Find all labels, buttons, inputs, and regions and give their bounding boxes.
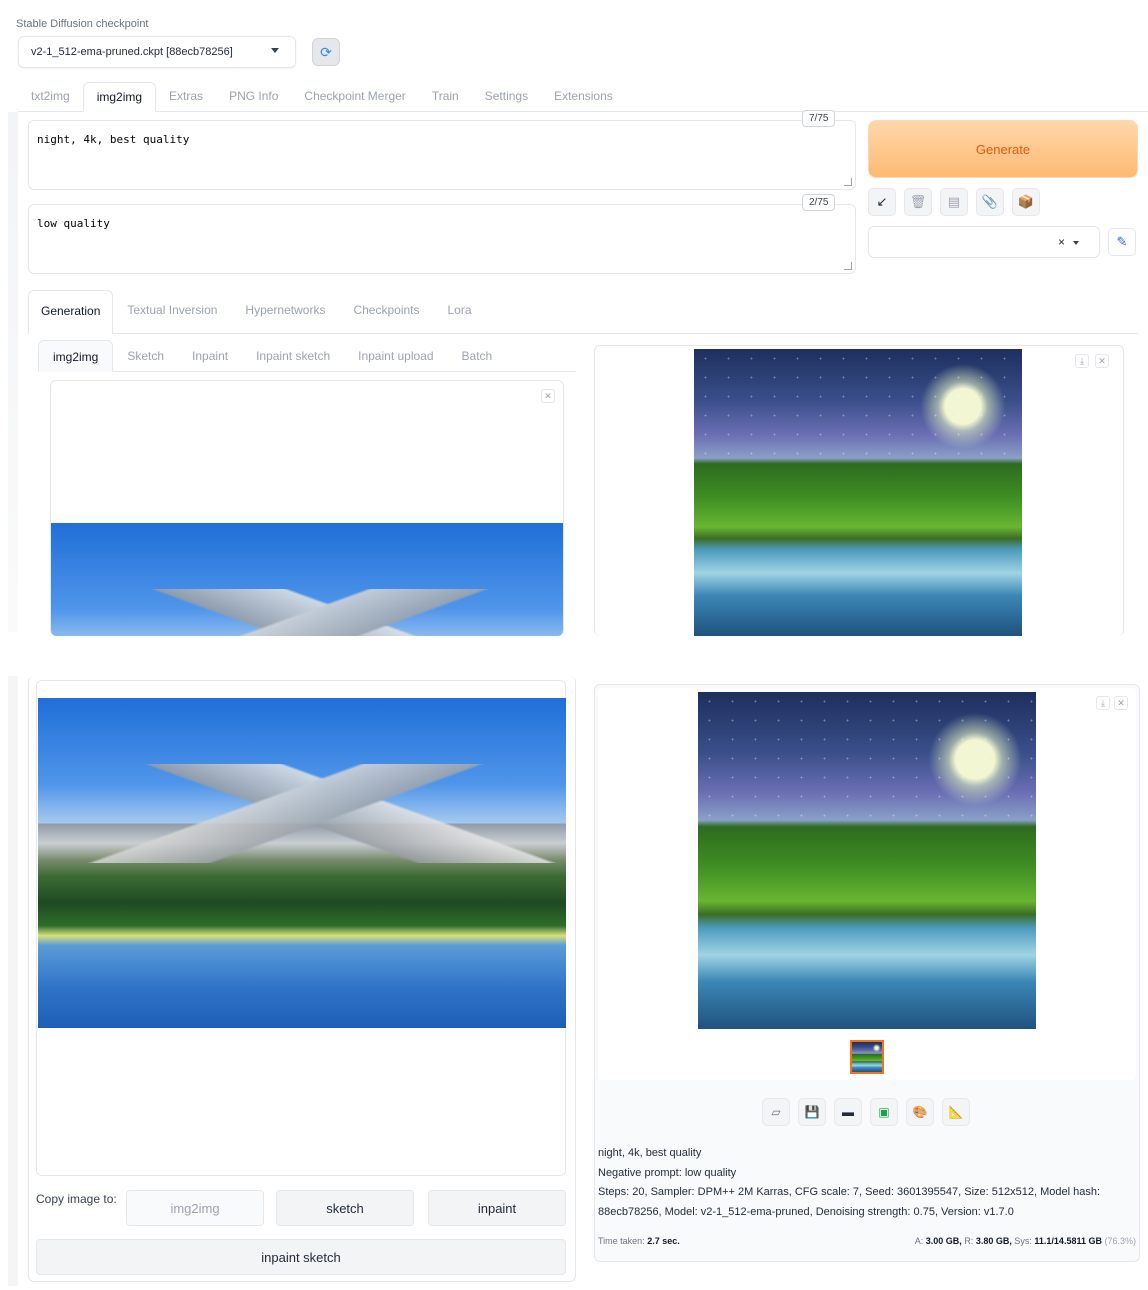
clipboard-icon: ▤ xyxy=(947,194,961,209)
mode-tabs: img2img Sketch Inpaint Inpaint sketch In… xyxy=(38,340,576,372)
read-params-button[interactable]: ↙ xyxy=(868,188,896,216)
tab-inpaint[interactable]: Inpaint xyxy=(178,340,242,371)
input-image xyxy=(51,523,563,636)
tab-img2img[interactable]: img2img xyxy=(82,82,157,112)
generation-info: night, 4k, best quality Negative prompt:… xyxy=(598,1144,1134,1222)
tab-sketch[interactable]: Sketch xyxy=(113,340,178,371)
clear-icon[interactable]: × xyxy=(1058,235,1065,249)
vram-r-label: R: xyxy=(964,1236,974,1246)
copy-to-inpaint-sketch-button[interactable]: inpaint sketch xyxy=(36,1239,566,1275)
vram-sys-label: Sys: xyxy=(1014,1236,1032,1246)
ruler-icon: 📐 xyxy=(948,1105,964,1119)
output-image[interactable] xyxy=(694,349,1022,636)
image-icon: ▣ xyxy=(878,1105,890,1119)
copy-to-sketch-button[interactable]: sketch xyxy=(276,1190,414,1226)
time-taken-value: 2.7 sec. xyxy=(647,1236,680,1246)
refresh-checkpoint-button[interactable]: ⟳ xyxy=(312,38,340,66)
copy-to-inpaint-button[interactable]: inpaint xyxy=(428,1190,566,1226)
pencil-icon: ✎ xyxy=(1116,234,1128,249)
output-image[interactable] xyxy=(698,692,1036,1029)
tab-train[interactable]: Train xyxy=(419,82,472,112)
refresh-icon: ⟳ xyxy=(320,43,332,60)
download-icon[interactable]: ⤓ xyxy=(1075,354,1089,368)
download-icon[interactable]: ⤓ xyxy=(1096,696,1110,710)
arrow-icon: ↙ xyxy=(876,194,888,209)
copy-image-label: Copy image to: xyxy=(36,1192,117,1206)
input-image xyxy=(38,698,566,1028)
info-params-line-1: Steps: 20, Sampler: DPM++ 2M Karras, CFG… xyxy=(598,1186,1100,1198)
checkpoint-value: v2-1_512-ema-pruned.ckpt [88ecb78256] xyxy=(31,46,233,58)
styles-select[interactable]: × xyxy=(868,226,1100,258)
tab-mode-img2img[interactable]: img2img xyxy=(38,340,114,372)
trash-icon: 🗑 xyxy=(909,194,927,209)
vram-a-value: 3.00 GB, xyxy=(925,1236,962,1246)
page-edge xyxy=(8,112,18,632)
tab-inpaint-upload[interactable]: Inpaint upload xyxy=(344,340,447,371)
tab-hypernetworks[interactable]: Hypernetworks xyxy=(231,290,339,333)
negative-prompt-token-counter: 2/75 xyxy=(802,194,836,211)
input-image-panel[interactable]: ✕ xyxy=(50,380,564,636)
gallery-thumbnail[interactable] xyxy=(850,1040,884,1074)
tab-textual-inversion[interactable]: Textual Inversion xyxy=(113,290,231,333)
tab-lora[interactable]: Lora xyxy=(434,290,486,333)
extra-tabs: Generation Textual Inversion Hypernetwor… xyxy=(28,290,1138,334)
prompt-input[interactable]: night, 4k, best quality xyxy=(28,120,856,190)
page-edge xyxy=(8,676,18,1286)
paperclip-icon: 📎 xyxy=(981,194,999,209)
box-icon: 📦 xyxy=(1017,194,1035,209)
clear-prompt-button[interactable]: 🗑 xyxy=(904,188,932,216)
vram-percent: (76.3%) xyxy=(1104,1236,1136,1246)
open-folder-button[interactable]: ▱ xyxy=(762,1098,790,1126)
resize-handle[interactable] xyxy=(844,178,852,186)
zip-icon: ▬ xyxy=(842,1105,854,1119)
save-button[interactable]: 💾 xyxy=(798,1098,826,1126)
tab-checkpoint-merger[interactable]: Checkpoint Merger xyxy=(291,82,418,112)
tab-extensions[interactable]: Extensions xyxy=(541,82,626,112)
send-to-inpaint-button[interactable]: 🎨 xyxy=(906,1098,934,1126)
tab-batch[interactable]: Batch xyxy=(448,340,507,371)
vram-sys-value: 11.1/14.5811 GB xyxy=(1034,1236,1102,1246)
tab-checkpoints[interactable]: Checkpoints xyxy=(339,290,433,333)
apply-styles-button[interactable]: 📎 xyxy=(976,188,1004,216)
tab-extras[interactable]: Extras xyxy=(156,82,216,112)
chevron-down-icon xyxy=(1073,241,1079,245)
checkpoint-select[interactable]: v2-1_512-ema-pruned.ckpt [88ecb78256] xyxy=(18,36,296,68)
save-style-button[interactable]: 📦 xyxy=(1012,188,1040,216)
negative-prompt-input[interactable]: low quality xyxy=(28,204,856,274)
palette-icon: 🎨 xyxy=(912,1105,928,1119)
vram-usage: A: 3.00 GB, R: 3.80 GB, Sys: 11.1/14.581… xyxy=(915,1236,1136,1246)
tab-inpaint-sketch[interactable]: Inpaint sketch xyxy=(242,340,344,371)
folder-icon: ▱ xyxy=(771,1105,781,1119)
prompt-token-counter: 7/75 xyxy=(802,110,836,127)
show-extra-networks-button[interactable]: ▤ xyxy=(940,188,968,216)
main-tabs: txt2img img2img Extras PNG Info Checkpoi… xyxy=(18,82,1148,112)
save-icon: 💾 xyxy=(804,1105,820,1119)
zip-button[interactable]: ▬ xyxy=(834,1098,862,1126)
close-icon[interactable]: ✕ xyxy=(1095,354,1109,368)
info-params-line-2: 88ecb78256, Model: v2-1_512-ema-pruned, … xyxy=(598,1205,1014,1218)
time-taken-label: Time taken: xyxy=(598,1236,645,1246)
edit-styles-button[interactable]: ✎ xyxy=(1108,228,1136,256)
vram-r-value: 3.80 GB, xyxy=(975,1236,1012,1246)
time-taken: Time taken: 2.7 sec. xyxy=(598,1236,680,1246)
screenshot-gap xyxy=(0,638,1148,676)
checkpoint-label: Stable Diffusion checkpoint xyxy=(16,18,149,30)
tab-settings[interactable]: Settings xyxy=(472,82,541,112)
close-icon[interactable]: ✕ xyxy=(1114,696,1128,710)
resize-handle[interactable] xyxy=(844,262,852,270)
tab-generation[interactable]: Generation xyxy=(28,290,114,334)
info-negative-prompt: Negative prompt: low quality xyxy=(598,1166,737,1179)
send-to-extras-button[interactable]: 📐 xyxy=(942,1098,970,1126)
vram-a-label: A: xyxy=(914,1236,924,1246)
tab-txt2img[interactable]: txt2img xyxy=(18,82,83,112)
generate-button[interactable]: Generate xyxy=(868,120,1138,178)
copy-to-img2img-button[interactable]: img2img xyxy=(126,1190,264,1226)
info-prompt: night, 4k, best quality xyxy=(598,1147,702,1159)
close-icon[interactable]: ✕ xyxy=(541,389,555,403)
chevron-down-icon xyxy=(271,48,279,53)
send-to-img2img-button[interactable]: ▣ xyxy=(870,1098,898,1126)
tab-png-info[interactable]: PNG Info xyxy=(216,82,291,112)
